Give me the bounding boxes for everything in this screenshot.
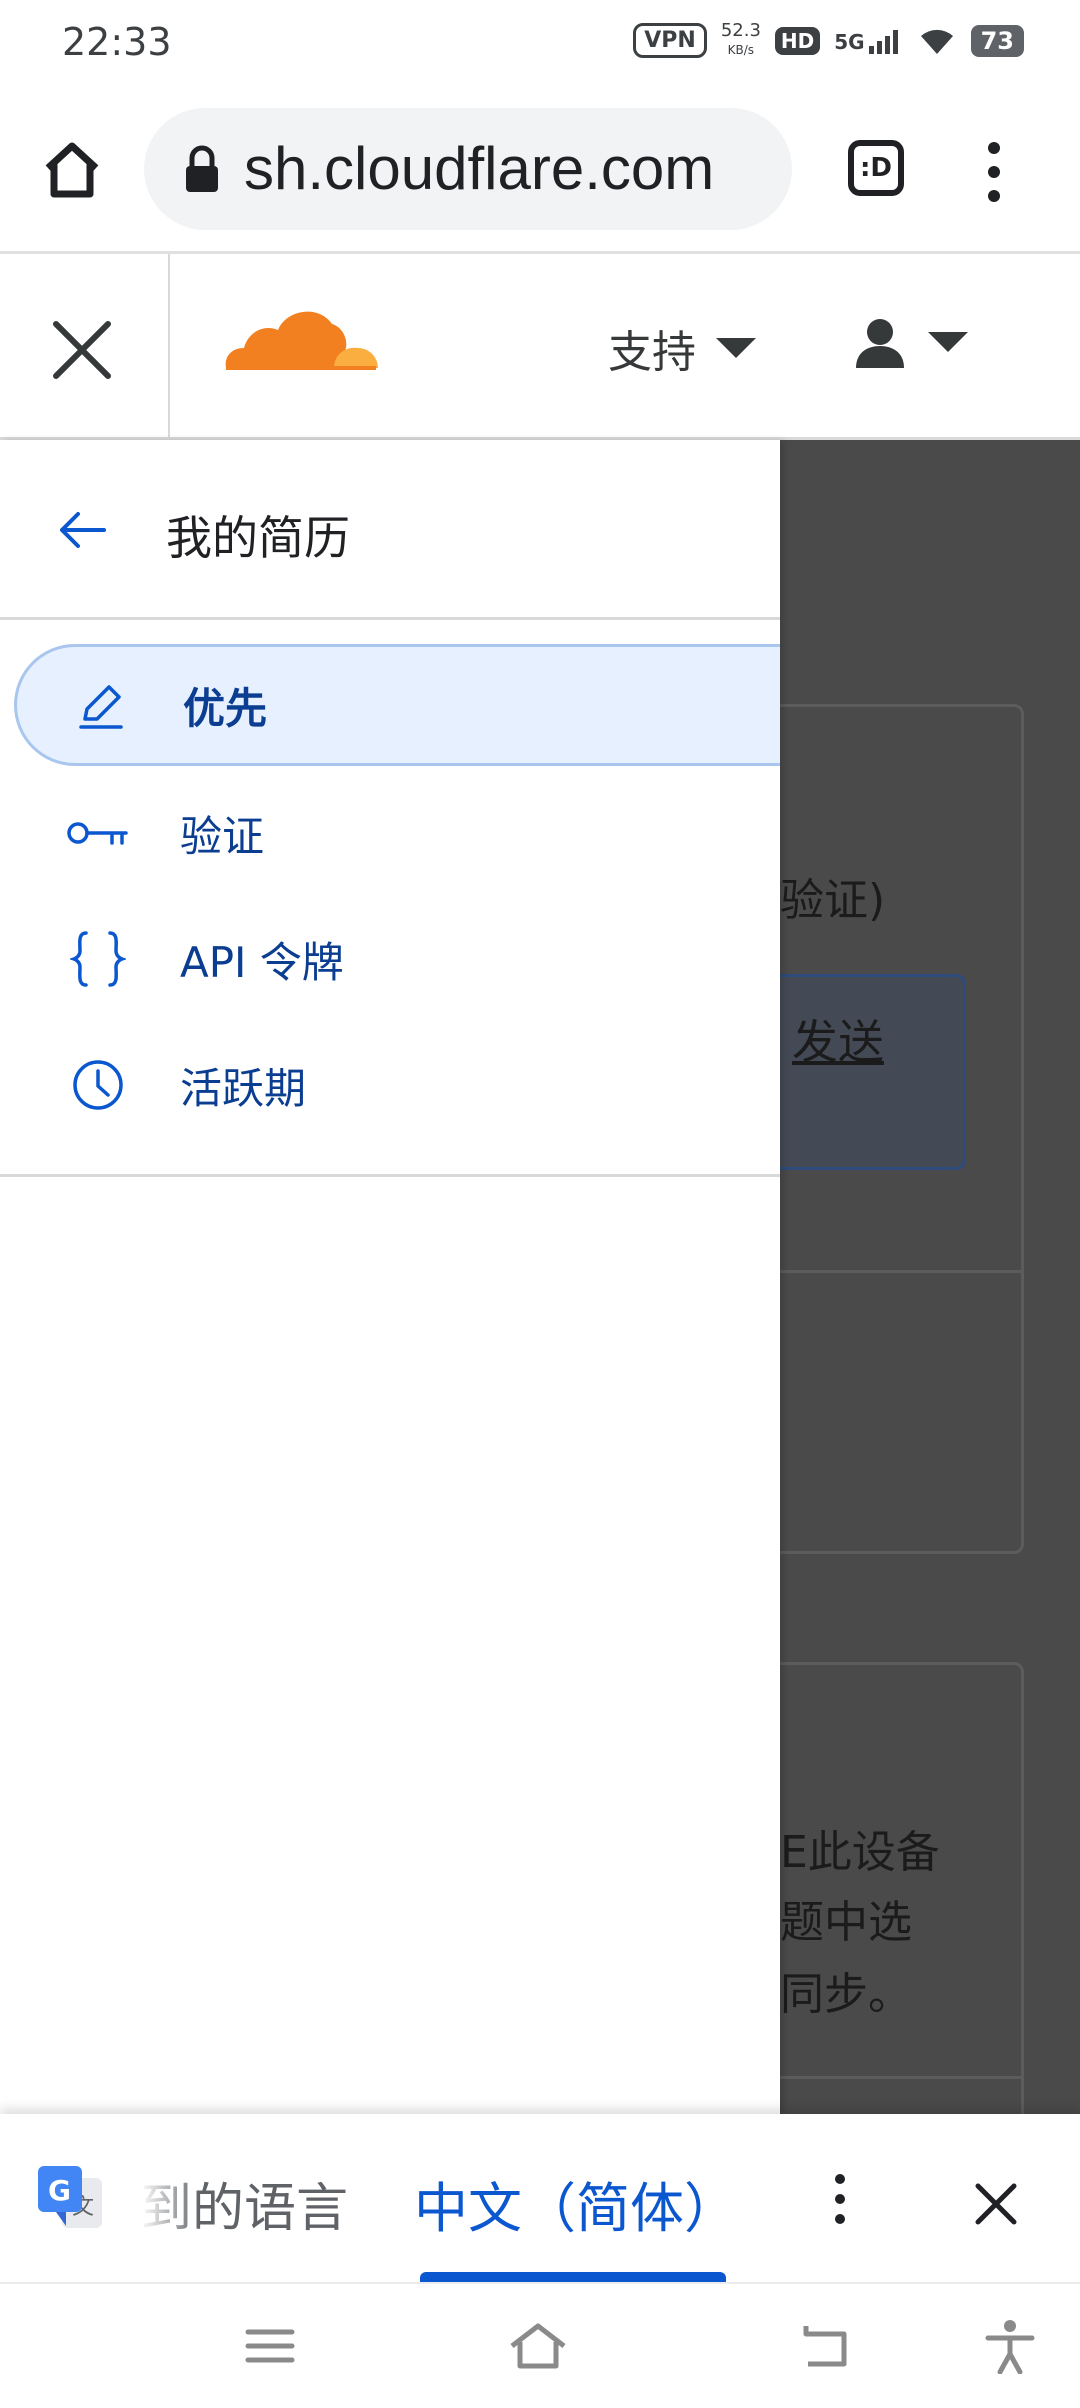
- bg-text-line2: 题中选: [780, 1897, 912, 1948]
- bg-text-verify: 验证): [780, 875, 886, 926]
- bg-card-divider: [780, 1270, 1024, 1273]
- bg-send-box: [780, 974, 966, 1170]
- close-menu-icon[interactable]: [40, 308, 124, 392]
- pencil-icon: [69, 673, 133, 737]
- nav-item-label: API 令牌: [180, 937, 344, 987]
- nav-item-preferences[interactable]: 优先: [14, 644, 780, 766]
- url-text: sh.cloudflare.com: [244, 135, 715, 202]
- support-label: 支持: [608, 327, 696, 378]
- target-language-tab[interactable]: 中文（简体）: [414, 2164, 738, 2243]
- close-icon[interactable]: [966, 2174, 1026, 2234]
- browser-toolbar: sh.cloudflare.com :D: [0, 88, 1080, 254]
- header-divider: [168, 254, 170, 440]
- support-menu[interactable]: 支持: [608, 316, 756, 380]
- chevron-down-icon: [928, 332, 968, 352]
- net-speed: 52.3 KB/s: [721, 22, 761, 59]
- home-icon[interactable]: [36, 134, 108, 206]
- drawer-title: 我的简历: [166, 511, 350, 565]
- fade-overlay: [140, 2166, 200, 2236]
- accessibility-icon[interactable]: [980, 2318, 1040, 2374]
- back-nav-icon[interactable]: [796, 2318, 856, 2374]
- bg-card-2-divider: [780, 2076, 1024, 2079]
- browser-menu-icon[interactable]: [982, 142, 1006, 202]
- status-time: 22:33: [62, 20, 172, 64]
- tab-switcher-button[interactable]: :D: [848, 140, 904, 196]
- source-language-tab[interactable]: 到的语言: [140, 2166, 348, 2241]
- translate-menu-icon[interactable]: [830, 2174, 850, 2230]
- net-speed-value: 52.3: [720, 20, 761, 41]
- hd-badge: HD: [774, 26, 821, 55]
- bg-text-line1: E此设备: [780, 1827, 940, 1878]
- menu-icon[interactable]: [240, 2318, 300, 2374]
- nav-item-label: 活跃期: [180, 1063, 307, 1113]
- nav-item-authentication[interactable]: 验证: [0, 770, 780, 896]
- lock-icon: [186, 145, 218, 192]
- drawer-nav: 优先 验证 API 令牌 活跃期: [0, 644, 780, 1148]
- site-header: 支持: [0, 254, 1080, 440]
- svg-text:G: G: [48, 2174, 71, 2207]
- nav-item-label: 优先: [183, 683, 268, 733]
- active-tab-indicator: [420, 2272, 726, 2282]
- status-bar: 22:33 VPN 52.3 KB/s HD 5G 73: [0, 0, 1080, 88]
- network-type: 5G: [834, 29, 865, 54]
- translate-bar: 文 G 到的语言 中文（简体）: [0, 2114, 1080, 2282]
- system-nav-bar: [0, 2282, 1080, 2408]
- chevron-down-icon: [716, 338, 756, 358]
- wifi-icon: [920, 29, 953, 54]
- user-menu[interactable]: [854, 316, 968, 368]
- drawer-divider: [0, 1174, 780, 1177]
- google-translate-icon[interactable]: 文 G: [36, 2164, 106, 2234]
- cloudflare-logo-icon[interactable]: [222, 296, 382, 376]
- signal-icon: 5G: [834, 28, 902, 54]
- profile-drawer: 我的简历 优先 验证 API 令牌 活跃期: [0, 440, 780, 2114]
- user-icon: [856, 319, 904, 368]
- nav-item-api-tokens[interactable]: API 令牌: [0, 896, 780, 1022]
- back-arrow-icon[interactable]: [56, 504, 108, 556]
- home-nav-icon[interactable]: [508, 2318, 568, 2374]
- status-icons: VPN 52.3 KB/s HD 5G 73: [633, 22, 1024, 59]
- drawer-header: 我的简历: [0, 440, 780, 620]
- key-icon: [66, 801, 130, 865]
- net-speed-unit: KB/s: [727, 43, 755, 57]
- clock-icon: [66, 1053, 130, 1117]
- nav-item-sessions[interactable]: 活跃期: [0, 1022, 780, 1148]
- braces-icon: [66, 927, 130, 991]
- vpn-badge: VPN: [633, 23, 707, 58]
- nav-item-label: 验证: [180, 811, 265, 861]
- bg-text-line3: 同步。: [780, 1969, 912, 2020]
- address-bar[interactable]: sh.cloudflare.com: [144, 108, 792, 230]
- bg-send-link: 发送: [792, 1015, 884, 1069]
- battery-icon: 73: [970, 24, 1024, 57]
- dimmed-page-overlay[interactable]: 验证) 发送 E此设备 题中选 同步。: [780, 440, 1080, 2114]
